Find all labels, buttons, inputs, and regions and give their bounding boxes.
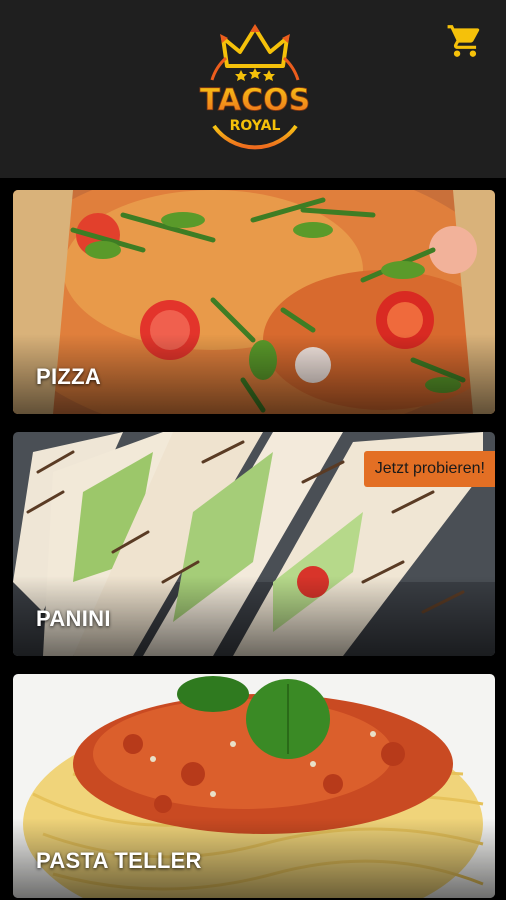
crown-icon (220, 24, 290, 68)
category-card-pasta-teller[interactable]: PASTA TELLER (13, 674, 495, 898)
category-card-pizza[interactable]: PIZZA (13, 190, 495, 414)
category-card-panini[interactable]: Jetzt probieren! PANINI (13, 432, 495, 656)
category-label: PANINI (36, 606, 111, 631)
logo-text-line1: TACOS (200, 83, 310, 118)
logo-text-line2: ROYAL (230, 118, 281, 134)
app-header: TACOS ROYAL (0, 0, 506, 178)
category-label: PIZZA (36, 364, 102, 389)
tacos-royal-logo[interactable]: TACOS ROYAL (190, 22, 320, 150)
category-label: PASTA TELLER (36, 848, 202, 873)
shopping-cart-icon[interactable] (446, 22, 484, 60)
try-now-badge[interactable]: Jetzt probieren! (363, 451, 495, 487)
